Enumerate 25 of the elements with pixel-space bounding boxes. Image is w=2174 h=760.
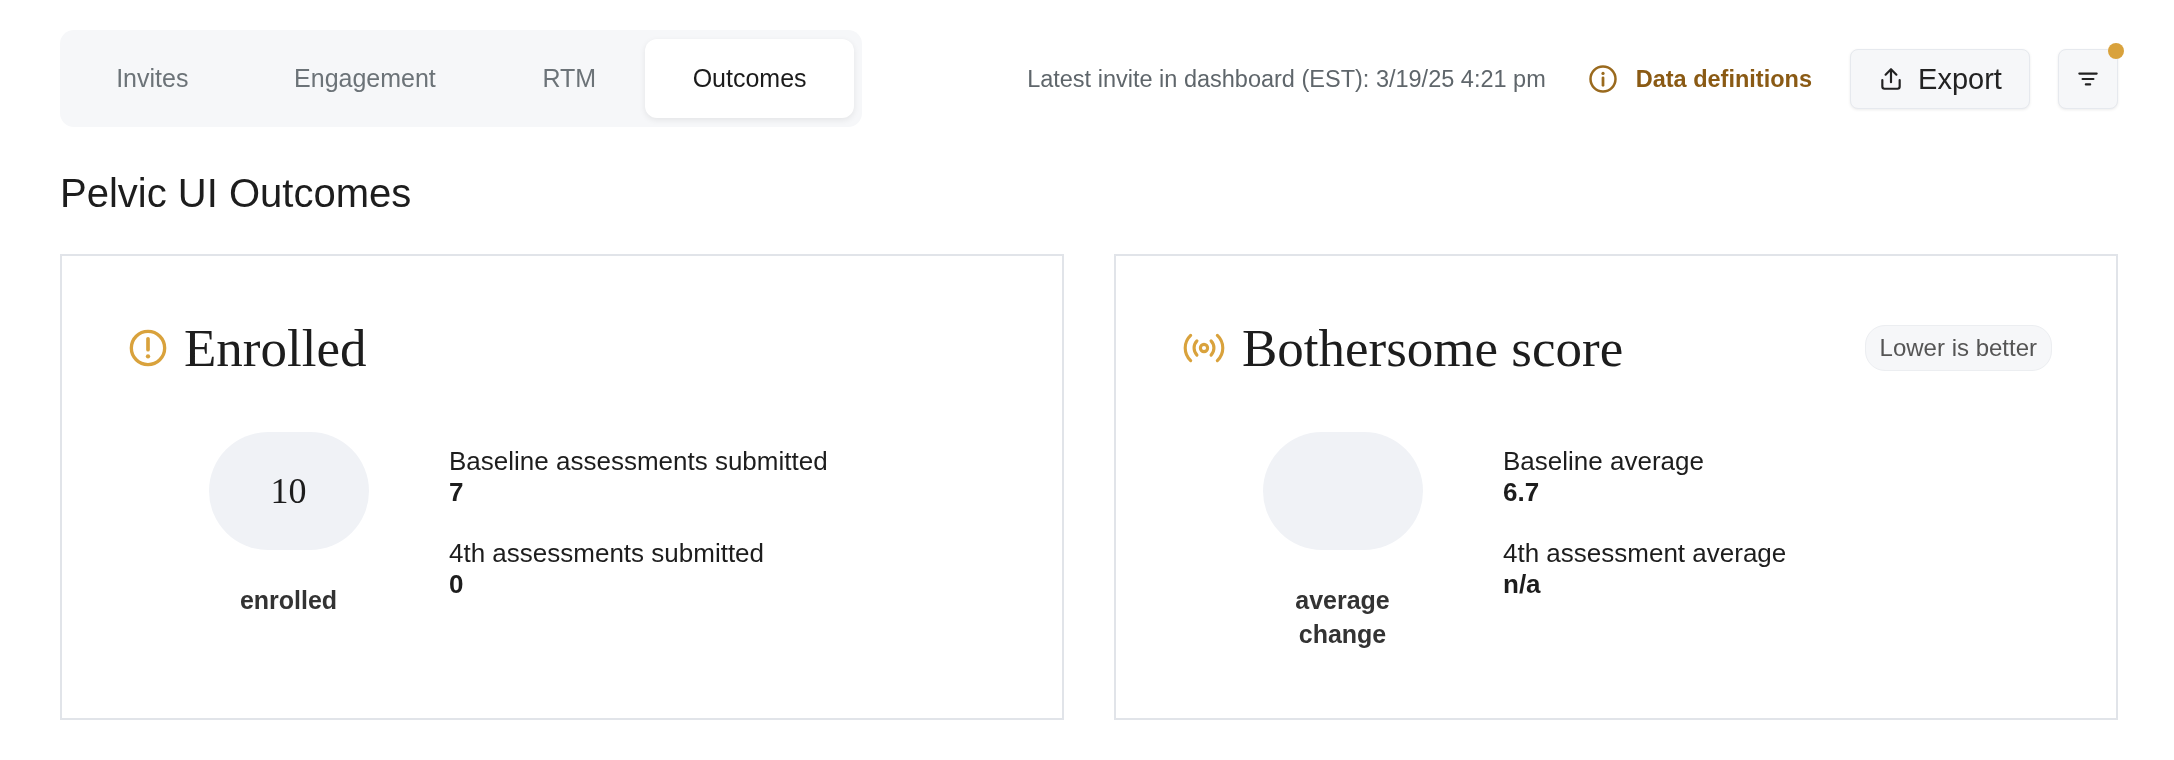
card-title: Enrolled: [184, 318, 367, 378]
value-label: enrolled: [238, 585, 339, 616]
exclamation-icon: [128, 328, 168, 368]
filter-button[interactable]: [2058, 49, 2118, 109]
stat-label: Baseline assessments submitted: [449, 446, 828, 477]
tab[interactable]: Engagement: [236, 39, 494, 118]
tab[interactable]: RTM: [493, 39, 646, 118]
value-label: average change: [1294, 585, 1391, 650]
stat-label: 4th assessment average: [1503, 538, 1787, 569]
stat-value: 7: [449, 477, 465, 508]
latest-invite-text: Latest invite in dashboard (EST): 3/19/25 4:21 pm: [1027, 65, 1546, 93]
hint-badge: Lower is better: [1864, 325, 2052, 371]
stat-label: Baseline average: [1503, 446, 1705, 477]
page-title: Pelvic UI Outcomes: [60, 171, 413, 216]
stat-value: 6.7: [1503, 477, 1541, 508]
value-pill: 10: [208, 432, 369, 550]
card-title: Bothersome score: [1242, 318, 1624, 378]
stat-label: 4th assessments submitted: [449, 538, 766, 569]
tab[interactable]: Invites: [68, 39, 237, 118]
stat-value: n/a: [1503, 569, 1542, 600]
data-definitions-link[interactable]: Data definitions: [1587, 64, 1812, 94]
export-button[interactable]: Export: [1850, 49, 2030, 109]
tab[interactable]: Outcomes: [645, 39, 854, 118]
info-icon: [1587, 64, 1618, 94]
stat-value: 0: [449, 569, 465, 600]
